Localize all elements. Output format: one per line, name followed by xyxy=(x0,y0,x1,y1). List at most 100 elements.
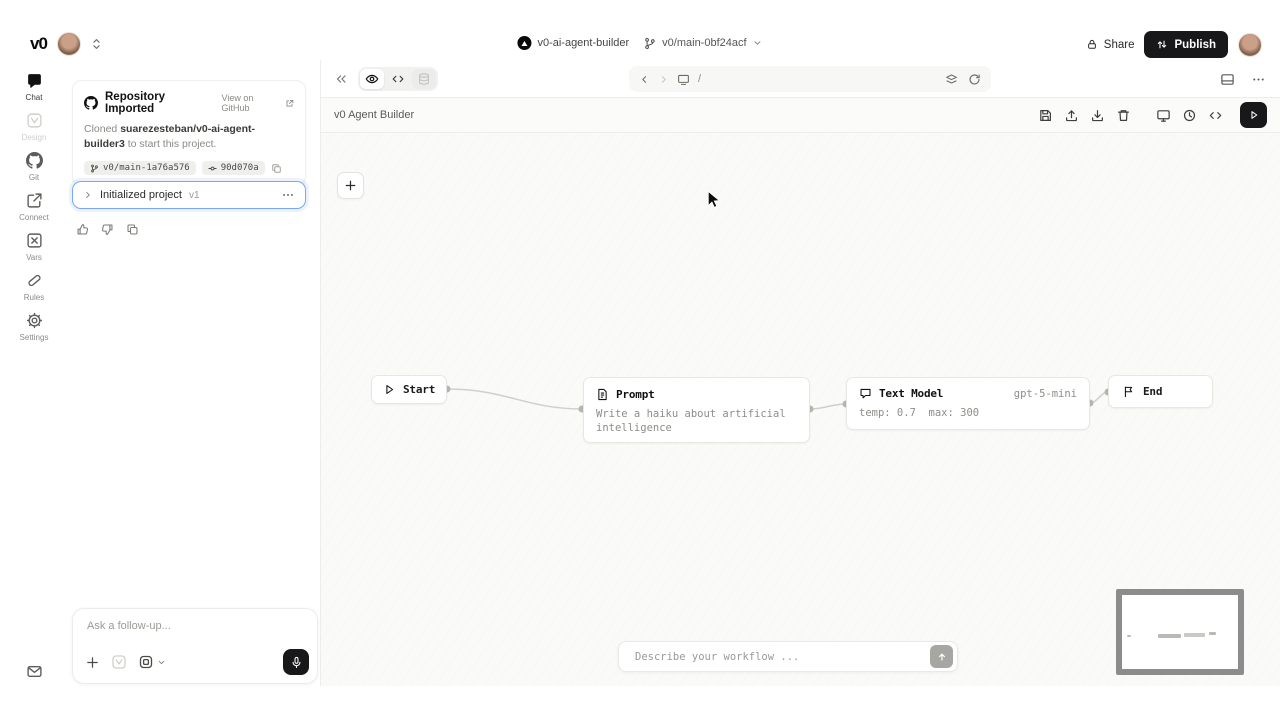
back-icon[interactable] xyxy=(639,74,650,85)
eye-icon[interactable] xyxy=(360,69,384,89)
code-icon[interactable] xyxy=(1208,108,1223,123)
rules-icon xyxy=(26,272,43,289)
project-chip[interactable]: v0-ai-agent-builder xyxy=(517,36,629,50)
forward-icon[interactable] xyxy=(658,74,669,85)
workflow-canvas[interactable]: Start Prompt Write a haiku about artific… xyxy=(321,133,1280,686)
minimap-node-start xyxy=(1127,635,1131,637)
commit-badge[interactable]: 90d070a xyxy=(202,161,265,175)
rail-label-rules: Rules xyxy=(24,293,44,302)
v0-app: v0 v0-ai-agent-builder v0/main-0bf24acf xyxy=(0,0,1280,720)
chevron-up-down-icon[interactable] xyxy=(91,37,102,51)
repo-body-prefix: Cloned xyxy=(84,123,120,135)
mic-button[interactable] xyxy=(283,649,309,675)
rail-item-git[interactable]: Git xyxy=(4,152,64,182)
top-bar-left: v0 xyxy=(30,32,102,56)
url-path[interactable]: / xyxy=(698,73,701,85)
layers-icon[interactable] xyxy=(945,73,958,86)
rail-label-chat: Chat xyxy=(26,93,43,102)
model-selector[interactable] xyxy=(138,654,166,670)
settings-gear-icon xyxy=(26,312,43,329)
branch-badge-label: v0/main-1a76a576 xyxy=(103,163,190,173)
more-horizontal-icon[interactable] xyxy=(281,188,295,202)
browser-window-icon[interactable] xyxy=(1220,72,1235,87)
chevron-down-icon xyxy=(157,658,166,667)
node-title: Prompt xyxy=(616,388,655,401)
save-icon[interactable] xyxy=(1038,108,1053,123)
view-on-github-link[interactable]: View on GitHub xyxy=(222,93,294,113)
collapse-panel-icon[interactable] xyxy=(334,72,348,86)
rail-item-vars[interactable]: Vars xyxy=(4,232,64,262)
data-icon[interactable] xyxy=(412,69,436,89)
minimap[interactable] xyxy=(1116,589,1244,675)
node-text-model[interactable]: Text Model gpt-5-mini temp: 0.7 max: 300 xyxy=(846,377,1090,430)
chevron-down-icon xyxy=(753,38,763,48)
repo-card-header: Repository Imported View on GitHub xyxy=(84,91,294,115)
branch-name: v0/main-0bf24acf xyxy=(662,37,746,49)
mail-icon[interactable] xyxy=(0,663,68,680)
node-prompt[interactable]: Prompt Write a haiku about artificial in… xyxy=(583,377,810,443)
commit-badge-label: 90d070a xyxy=(221,163,259,173)
monitor-icon[interactable] xyxy=(1156,108,1171,123)
rail-item-chat[interactable]: Chat xyxy=(4,72,64,102)
history-clock-icon[interactable] xyxy=(1182,108,1197,123)
mouse-cursor xyxy=(707,190,722,211)
describe-workflow-input[interactable] xyxy=(633,650,930,664)
composer-actions xyxy=(85,649,309,675)
top-bar: v0 v0-ai-agent-builder v0/main-0bf24acf xyxy=(0,0,1280,60)
rail-item-settings[interactable]: Settings xyxy=(4,312,64,342)
minimap-node-end xyxy=(1209,632,1216,635)
rail-item-connect[interactable]: Connect xyxy=(4,192,64,222)
node-end[interactable]: End xyxy=(1108,375,1213,408)
connect-icon xyxy=(26,192,43,209)
thumbs-up-icon[interactable] xyxy=(76,223,89,236)
lock-icon xyxy=(1086,38,1098,51)
copy-icon[interactable] xyxy=(126,223,139,236)
url-bar-actions xyxy=(945,73,981,86)
download-icon[interactable] xyxy=(1090,108,1105,123)
rail-label-git: Git xyxy=(29,173,39,182)
preview-toolbar: / xyxy=(321,60,1280,98)
publish-label: Publish xyxy=(1174,39,1216,51)
version-row-initialized-project[interactable]: Initialized project v1 xyxy=(72,181,306,209)
share-label: Share xyxy=(1104,39,1135,51)
publish-button[interactable]: Publish xyxy=(1144,31,1228,58)
git-branch-icon xyxy=(643,37,656,50)
git-commit-icon xyxy=(208,164,217,173)
node-title: Start xyxy=(403,383,435,396)
share-button[interactable]: Share xyxy=(1086,38,1135,51)
node-model-name: gpt-5-mini xyxy=(1014,388,1077,400)
external-link-icon xyxy=(285,99,294,108)
followup-input[interactable] xyxy=(85,619,299,633)
v0-logo[interactable]: v0 xyxy=(30,34,47,54)
design-icon xyxy=(26,112,43,129)
node-model-params: temp: 0.7 max: 300 xyxy=(859,406,1077,420)
version-title: Initialized project xyxy=(100,189,182,201)
preview-url-bar[interactable]: / xyxy=(629,66,991,92)
builder-title: v0 Agent Builder xyxy=(334,109,414,121)
screen-share-icon[interactable] xyxy=(677,73,690,86)
play-icon xyxy=(1248,109,1260,121)
refresh-icon[interactable] xyxy=(968,73,981,86)
node-start[interactable]: Start xyxy=(371,375,447,404)
rail-item-rules[interactable]: Rules xyxy=(4,272,64,302)
publish-arrows-icon xyxy=(1156,38,1168,51)
upload-icon[interactable] xyxy=(1064,108,1079,123)
more-horizontal-icon[interactable] xyxy=(1251,72,1266,87)
run-workflow-button[interactable] xyxy=(1240,102,1267,128)
top-bar-right: Share Publish xyxy=(1086,31,1262,58)
branch-badge[interactable]: v0/main-1a76a576 xyxy=(84,161,196,175)
send-button[interactable] xyxy=(930,645,953,668)
plus-icon[interactable] xyxy=(85,655,100,670)
user-avatar[interactable] xyxy=(1238,33,1262,57)
branch-chip[interactable]: v0/main-0bf24acf xyxy=(643,37,762,50)
rail-label-settings: Settings xyxy=(20,333,49,342)
v0-icon[interactable] xyxy=(111,654,127,670)
workspace-avatar[interactable] xyxy=(57,32,81,56)
rail-item-design[interactable]: Design xyxy=(4,112,64,142)
message-feedback-row xyxy=(76,223,139,236)
code-icon[interactable] xyxy=(386,69,410,89)
trash-icon[interactable] xyxy=(1116,108,1131,123)
copy-icon[interactable] xyxy=(271,163,282,174)
chevron-right-icon[interactable] xyxy=(83,190,93,200)
thumbs-down-icon[interactable] xyxy=(101,223,114,236)
